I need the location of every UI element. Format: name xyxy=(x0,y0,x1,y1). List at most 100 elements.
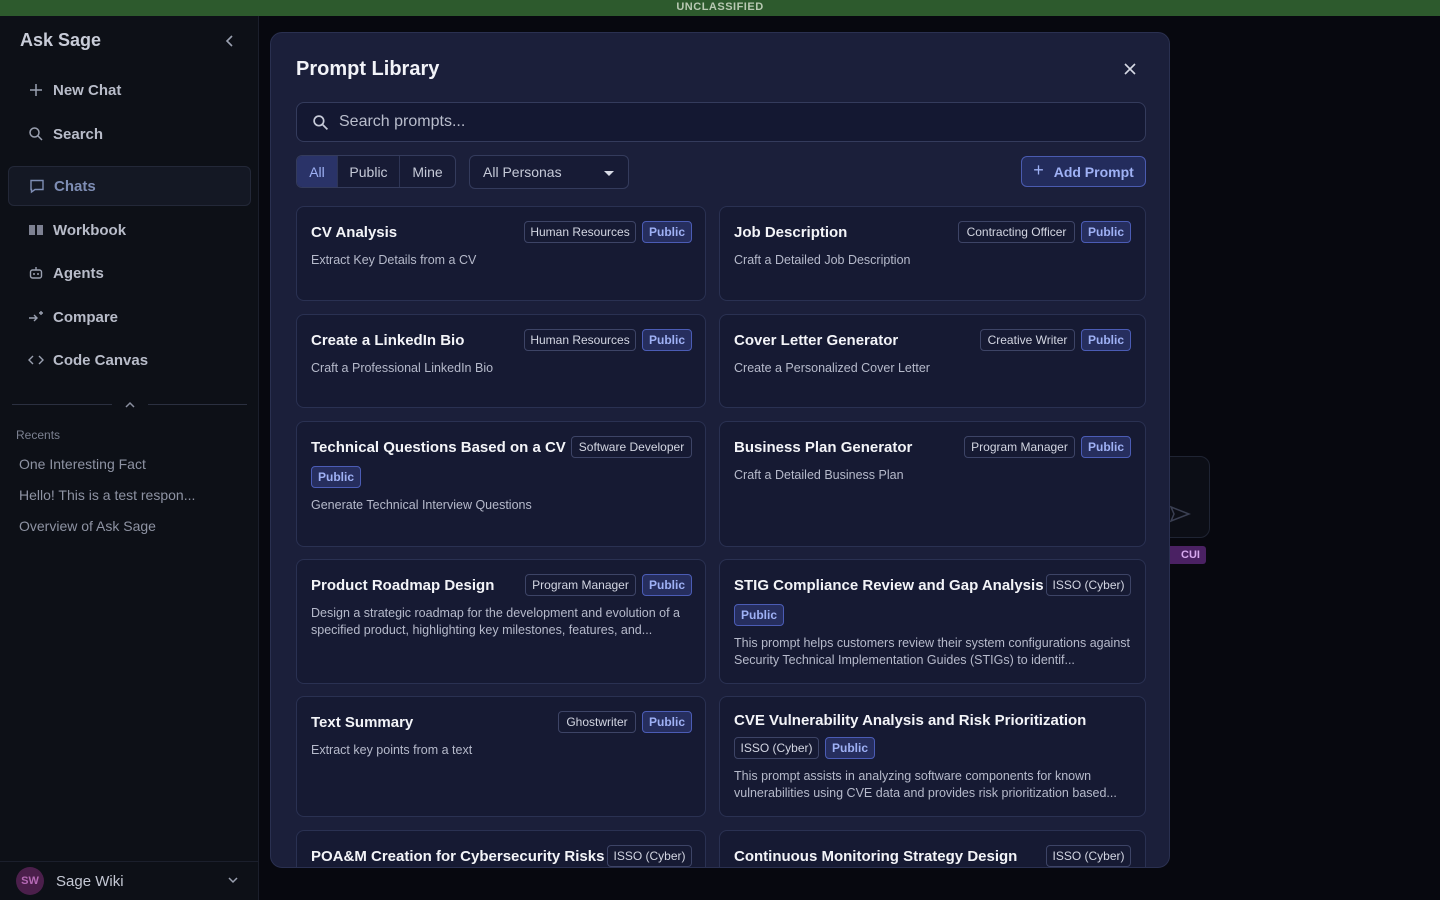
search-icon xyxy=(29,127,43,141)
persona-tag: Contracting Officer xyxy=(958,221,1075,243)
prompt-card-title: Text Summary xyxy=(311,714,414,731)
sidebar-item-chats[interactable]: Chats xyxy=(8,166,251,206)
prompt-card-description: Extract key points from a text xyxy=(311,743,473,757)
chat-bubble-icon xyxy=(30,179,44,194)
prompt-card-title: CV Analysis xyxy=(311,224,398,241)
prompt-card-title: Product Roadmap Design xyxy=(311,577,495,594)
public-badge: Public xyxy=(1081,221,1131,243)
prompt-card-linkedin-bio[interactable]: Create a LinkedIn Bio Human Resources Pu… xyxy=(296,314,706,408)
search-icon xyxy=(313,114,329,130)
compare-arrows-icon xyxy=(29,311,43,322)
persona-tag: Program Manager xyxy=(525,574,636,596)
prompt-card-description: Generate Technical Interview Questions xyxy=(311,498,532,512)
new-chat-label: New Chat xyxy=(53,81,122,99)
persona-tag: Human Resources xyxy=(524,329,636,351)
prompt-card-continuous-monitoring[interactable]: Continuous Monitoring Strategy Design IS… xyxy=(719,830,1146,867)
classification-banner: UNCLASSIFIED xyxy=(0,0,1440,16)
send-icon xyxy=(1169,505,1191,523)
prompt-card-cv-analysis[interactable]: CV Analysis Human Resources Public Extra… xyxy=(296,206,706,301)
sidebar-item-workbook[interactable]: Workbook xyxy=(8,210,251,250)
prompt-card-description: Create a Personalized Cover Letter xyxy=(734,361,930,375)
sidebar-item-agents[interactable]: Agents xyxy=(8,253,251,293)
plus-icon xyxy=(30,84,42,96)
persona-select-value: All Personas xyxy=(483,164,562,180)
search-prompts-input[interactable] xyxy=(339,113,1119,131)
persona-tag: ISSO (Cyber) xyxy=(734,737,819,759)
public-badge: Public xyxy=(734,604,784,626)
sidebar-item-label: Agents xyxy=(53,264,104,282)
chevron-up-icon xyxy=(125,401,135,408)
visibility-filter: All Public Mine xyxy=(296,155,456,188)
prompt-card-description: Extract Key Details from a CV xyxy=(311,253,477,267)
persona-tag: Program Manager xyxy=(964,436,1075,458)
sidebar-item-code-canvas[interactable]: Code Canvas xyxy=(8,340,251,380)
public-badge: Public xyxy=(825,737,875,759)
user-name: Sage Wiki xyxy=(56,872,124,890)
recents-divider[interactable] xyxy=(12,401,247,417)
sidebar-item-label: Compare xyxy=(53,308,119,326)
prompt-card-description: Craft a Professional LinkedIn Bio xyxy=(311,361,494,375)
prompt-card-description: This prompt helps customers review their… xyxy=(734,636,1130,667)
prompt-card-stig-compliance[interactable]: STIG Compliance Review and Gap Analysis … xyxy=(719,559,1146,684)
prompt-card-title: Create a LinkedIn Bio xyxy=(311,332,465,349)
filter-all-button[interactable]: All xyxy=(297,156,338,187)
prompt-card-title: POA&M Creation for Cybersecurity Risks xyxy=(311,848,605,865)
close-icon xyxy=(1124,63,1136,75)
public-badge: Public xyxy=(642,711,692,733)
prompt-card-title: CVE Vulnerability Analysis and Risk Prio… xyxy=(734,712,1087,729)
persona-tag: ISSO (Cyber) xyxy=(607,845,692,867)
search-button[interactable]: Search xyxy=(8,114,251,154)
collapse-sidebar-button[interactable] xyxy=(220,31,240,51)
prompt-card-title: STIG Compliance Review and Gap Analysis xyxy=(734,577,1044,594)
search-prompts-field[interactable] xyxy=(296,102,1146,142)
persona-select[interactable]: All Personas xyxy=(469,155,629,189)
prompt-card-text-summary[interactable]: Text Summary Ghostwriter Public Extract … xyxy=(296,696,706,817)
filter-mine-button[interactable]: Mine xyxy=(400,156,455,187)
sidebar-item-label: Code Canvas xyxy=(53,351,149,369)
search-label: Search xyxy=(53,125,104,143)
chevron-down-icon xyxy=(228,877,238,884)
new-chat-button[interactable]: New Chat xyxy=(8,70,251,110)
public-badge: Public xyxy=(642,329,692,351)
persona-tag: ISSO (Cyber) xyxy=(1046,845,1131,867)
recents-heading: Recents xyxy=(16,428,61,442)
chevron-left-icon xyxy=(225,35,233,47)
recent-chat-item[interactable]: One Interesting Fact xyxy=(19,456,146,472)
persona-tag: Creative Writer xyxy=(980,329,1075,351)
persona-tag: Ghostwriter xyxy=(558,711,636,733)
prompt-card-description: This prompt assists in analyzing softwar… xyxy=(734,769,1117,800)
prompt-card-title: Business Plan Generator xyxy=(734,439,913,456)
sidebar: Ask Sage New Chat Search Chats Workbook … xyxy=(0,16,259,900)
sidebar-item-label: Workbook xyxy=(53,221,127,239)
sidebar-item-compare[interactable]: Compare xyxy=(8,297,251,337)
prompt-card-cve-vulnerability[interactable]: CVE Vulnerability Analysis and Risk Prio… xyxy=(719,696,1146,817)
prompt-library-modal: Prompt Library All Public Mine All Perso… xyxy=(270,32,1170,868)
prompt-card-job-description[interactable]: Job Description Contracting Officer Publ… xyxy=(719,206,1146,301)
close-button[interactable] xyxy=(1118,57,1142,81)
persona-tag: ISSO (Cyber) xyxy=(1046,574,1131,596)
prompt-card-title: Cover Letter Generator xyxy=(734,332,899,349)
book-icon xyxy=(29,225,43,235)
recent-chat-item[interactable]: Hello! This is a test respon... xyxy=(19,487,195,503)
persona-tag: Human Resources xyxy=(524,221,636,243)
prompt-card-business-plan[interactable]: Business Plan Generator Program Manager … xyxy=(719,421,1146,547)
prompt-card-product-roadmap[interactable]: Product Roadmap Design Program Manager P… xyxy=(296,559,706,684)
user-menu[interactable]: SW Sage Wiki xyxy=(0,861,259,900)
public-badge: Public xyxy=(642,574,692,596)
prompt-card-title: Continuous Monitoring Strategy Design xyxy=(734,848,1018,865)
caret-down-icon xyxy=(604,171,614,176)
public-badge: Public xyxy=(1081,436,1131,458)
avatar: SW xyxy=(16,867,44,895)
prompt-card-technical-questions[interactable]: Technical Questions Based on a CV Softwa… xyxy=(296,421,706,547)
robot-icon xyxy=(29,267,43,279)
prompt-card-cover-letter[interactable]: Cover Letter Generator Creative Writer P… xyxy=(719,314,1146,408)
recent-chat-item[interactable]: Overview of Ask Sage xyxy=(19,518,156,534)
prompt-card-title: Job Description xyxy=(734,224,848,241)
public-badge: Public xyxy=(642,221,692,243)
add-prompt-button[interactable]: + Add Prompt xyxy=(1021,156,1146,187)
modal-title: Prompt Library xyxy=(296,58,440,80)
filter-public-button[interactable]: Public xyxy=(338,156,400,187)
prompt-card-poam-creation[interactable]: POA&M Creation for Cybersecurity Risks I… xyxy=(296,830,706,867)
prompt-card-description: Craft a Detailed Job Description xyxy=(734,253,911,267)
sidebar-header: Ask Sage xyxy=(20,30,240,54)
